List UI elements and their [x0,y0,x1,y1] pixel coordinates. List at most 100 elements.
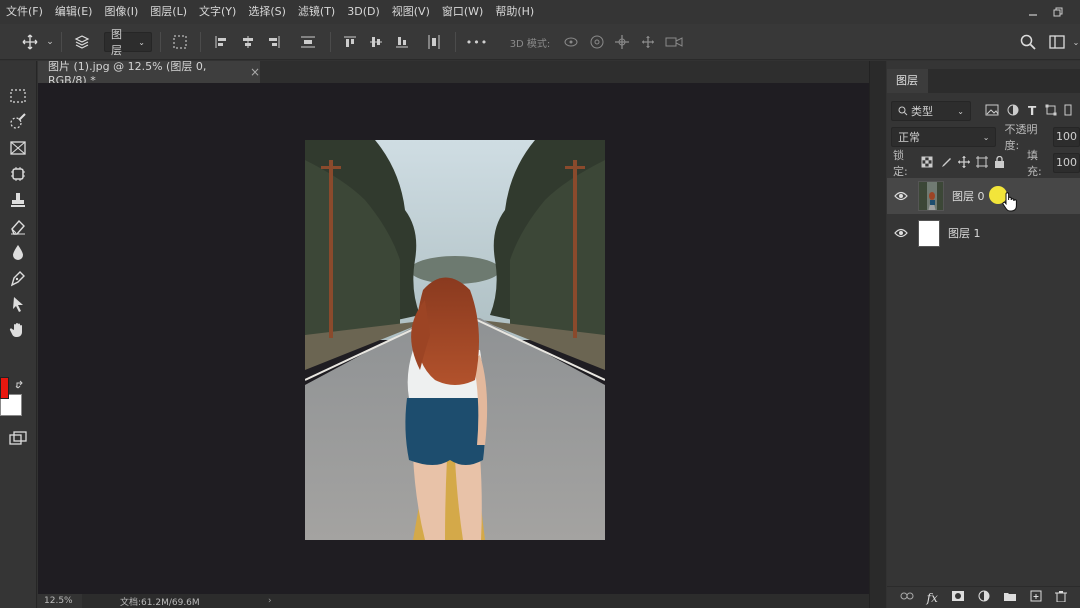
type-filter-icon[interactable]: T [1028,104,1036,118]
menu-image[interactable]: 图像(I) [98,0,144,24]
menu-view[interactable]: 视图(V) [386,0,436,24]
transform-controls-icon[interactable] [170,32,190,52]
3d-mode-label: 3D 模式: [509,38,551,50]
align-right-icon[interactable] [265,32,283,52]
workspace-icon[interactable] [1047,32,1067,52]
eraser-tool-icon[interactable] [6,215,30,237]
menu-help[interactable]: 帮助(H) [489,0,540,24]
status-menu-arrow[interactable]: › [268,596,272,606]
stamp-tool-icon[interactable] [6,189,30,211]
new-layer-icon[interactable] [1030,590,1042,605]
menu-filter[interactable]: 滤镜(T) [292,0,341,24]
folder-icon[interactable] [1003,590,1017,605]
layer-row-0[interactable]: 图层 0 [887,178,1080,214]
swap-colors-icon[interactable] [15,380,25,393]
search-icon[interactable] [1018,32,1038,52]
layer-thumbnail-photo [918,181,944,211]
divider [61,32,62,52]
image-filter-icon[interactable] [985,104,999,119]
chevron-down-icon[interactable]: ⌄ [44,32,56,52]
foreground-color-swatch[interactable] [0,377,9,399]
menu-edit[interactable]: 编辑(E) [49,0,99,24]
3d-camera-icon[interactable] [664,32,684,52]
menu-bar: 文件(F) 编辑(E) 图像(I) 图层(L) 文字(Y) 选择(S) 滤镜(T… [0,0,1080,24]
lock-transparency-icon[interactable] [921,156,933,171]
align-bottom-icon[interactable] [393,32,411,52]
pen-tool-icon[interactable] [6,267,30,289]
layer-thumbnail-white [918,219,940,247]
fx-icon[interactable]: fx [927,591,938,605]
vertical-scrollbar[interactable] [869,61,886,608]
lock-all-icon[interactable] [994,155,1005,171]
blend-mode-dropdown[interactable]: 正常 ⌄ [891,127,997,147]
layers-stack-icon[interactable] [72,32,92,52]
menu-type[interactable]: 文字(Y) [193,0,242,24]
chevron-down-icon[interactable]: ⌄ [1072,32,1080,52]
quick-selection-tool-icon[interactable] [6,111,30,133]
menu-layer[interactable]: 图层(L) [144,0,193,24]
fill-label: 填充: [1027,149,1042,178]
patch-tool-icon[interactable] [6,163,30,185]
divider [160,32,161,52]
align-top-icon[interactable] [341,32,359,52]
3d-pan-icon[interactable] [613,32,631,52]
move-tool-icon[interactable] [20,32,40,52]
menu-window[interactable]: 窗口(W) [436,0,489,24]
tab-layers[interactable]: 图层 [887,69,928,93]
3d-slide-icon[interactable] [639,32,657,52]
3d-orbit-icon[interactable] [562,32,580,52]
link-icon[interactable] [900,591,914,604]
shape-filter-icon[interactable] [1045,104,1057,119]
align-center-h-icon[interactable] [239,32,257,52]
lock-position-icon[interactable] [958,155,970,171]
lock-pixels-icon[interactable] [940,156,952,171]
adjustment-icon[interactable] [978,590,990,605]
distribute-vertical-icon[interactable] [425,32,443,52]
layer-name[interactable]: 图层 0 [952,188,985,204]
visibility-eye-icon[interactable] [887,191,915,201]
opacity-input[interactable]: 100 [1053,127,1080,147]
fill-input[interactable]: 100 [1053,153,1080,173]
blend-mode-value: 正常 [898,131,920,144]
document-tab[interactable]: 图片 (1).jpg @ 12.5% (图层 0, RGB/8) * × [38,60,260,87]
minimize-icon[interactable] [1020,0,1046,24]
divider [200,32,201,52]
chevron-down-icon: ⌄ [982,132,990,142]
path-selection-tool-icon[interactable] [6,293,30,315]
3d-roll-icon[interactable] [588,32,606,52]
chevron-down-icon: ⌄ [957,106,964,116]
mask-icon[interactable] [951,590,965,605]
divider [455,32,456,52]
status-bar: 12.5% 文档:61.2M/69.6M › [38,594,869,608]
trash-icon[interactable] [1055,590,1068,605]
blur-tool-icon[interactable] [6,241,30,263]
lock-label: 锁定: [893,149,908,178]
adjustment-filter-icon[interactable] [1007,104,1019,119]
layers-panel: 图层 类型 ⌄ T 正常 ⌄ 不透明度: 100 锁定: 填充: 100 图层 … [887,61,1080,608]
menu-select[interactable]: 选择(S) [242,0,292,24]
layer-row-1[interactable]: 图层 1 [887,215,1080,251]
close-icon[interactable]: × [250,65,260,79]
distribute-icon[interactable] [298,32,318,52]
auto-select-dropdown[interactable]: 图层 ⌄ [104,28,152,57]
chevron-down-icon: ⌄ [138,37,145,47]
screen-mode-icon[interactable] [6,427,30,449]
zoom-level[interactable]: 12.5% [38,594,82,608]
more-options-icon[interactable]: ••• [465,32,489,52]
align-middle-v-icon[interactable] [367,32,385,52]
menu-file[interactable]: 文件(F) [0,0,49,24]
canvas-image[interactable] [305,140,605,540]
canvas-area[interactable] [38,83,869,594]
restore-icon[interactable] [1045,0,1071,24]
frame-tool-icon[interactable] [6,137,30,159]
menu-3d[interactable]: 3D(D) [341,0,386,24]
marquee-tool-icon[interactable] [6,85,30,107]
smart-object-filter-icon[interactable] [1064,104,1072,119]
visibility-eye-icon[interactable] [887,228,915,238]
filter-kind-dropdown[interactable]: 类型 ⌄ [891,101,971,121]
align-left-icon[interactable] [212,32,230,52]
hand-tool-icon[interactable] [6,319,30,341]
layer-name[interactable]: 图层 1 [948,225,981,241]
lock-artboard-icon[interactable] [976,155,988,171]
hand-cursor-icon [1002,192,1018,215]
